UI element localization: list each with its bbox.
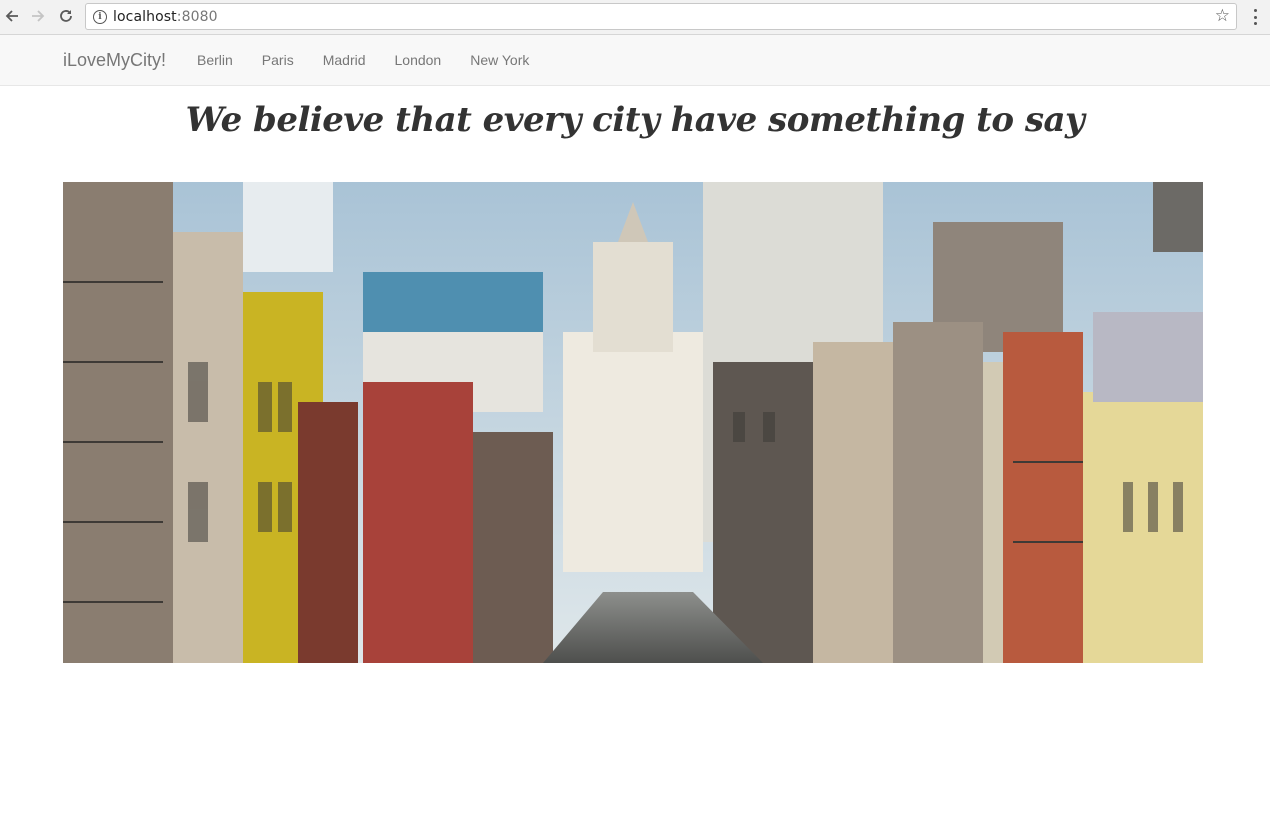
browser-toolbar: i localhost:8080 ☆ <box>0 0 1270 35</box>
nav-item-paris[interactable]: Paris <box>262 52 294 68</box>
site-navbar: iLoveMyCity! Berlin Paris Madrid London … <box>0 35 1270 86</box>
hero-city-image <box>63 182 1203 663</box>
brand-link[interactable]: iLoveMyCity! <box>63 50 166 71</box>
address-bar[interactable]: i localhost:8080 ☆ <box>85 3 1237 30</box>
url-host: localhost <box>113 9 177 25</box>
url-text[interactable]: localhost:8080 <box>113 9 218 25</box>
forward-arrow-icon[interactable] <box>27 5 49 27</box>
back-arrow-icon[interactable] <box>1 5 23 27</box>
info-icon[interactable]: i <box>93 10 107 24</box>
kebab-menu-icon[interactable] <box>1250 7 1260 27</box>
nav-item-madrid[interactable]: Madrid <box>323 52 366 68</box>
nav-item-new-york[interactable]: New York <box>470 52 529 68</box>
nav-item-london[interactable]: London <box>395 52 442 68</box>
star-icon[interactable]: ☆ <box>1215 7 1230 25</box>
reload-icon[interactable] <box>55 5 77 27</box>
url-port: :8080 <box>176 9 218 25</box>
nav-item-berlin[interactable]: Berlin <box>197 52 233 68</box>
page-headline: We believe that every city have somethin… <box>185 100 1085 140</box>
nav-menu: Berlin Paris Madrid London New York <box>197 52 558 68</box>
